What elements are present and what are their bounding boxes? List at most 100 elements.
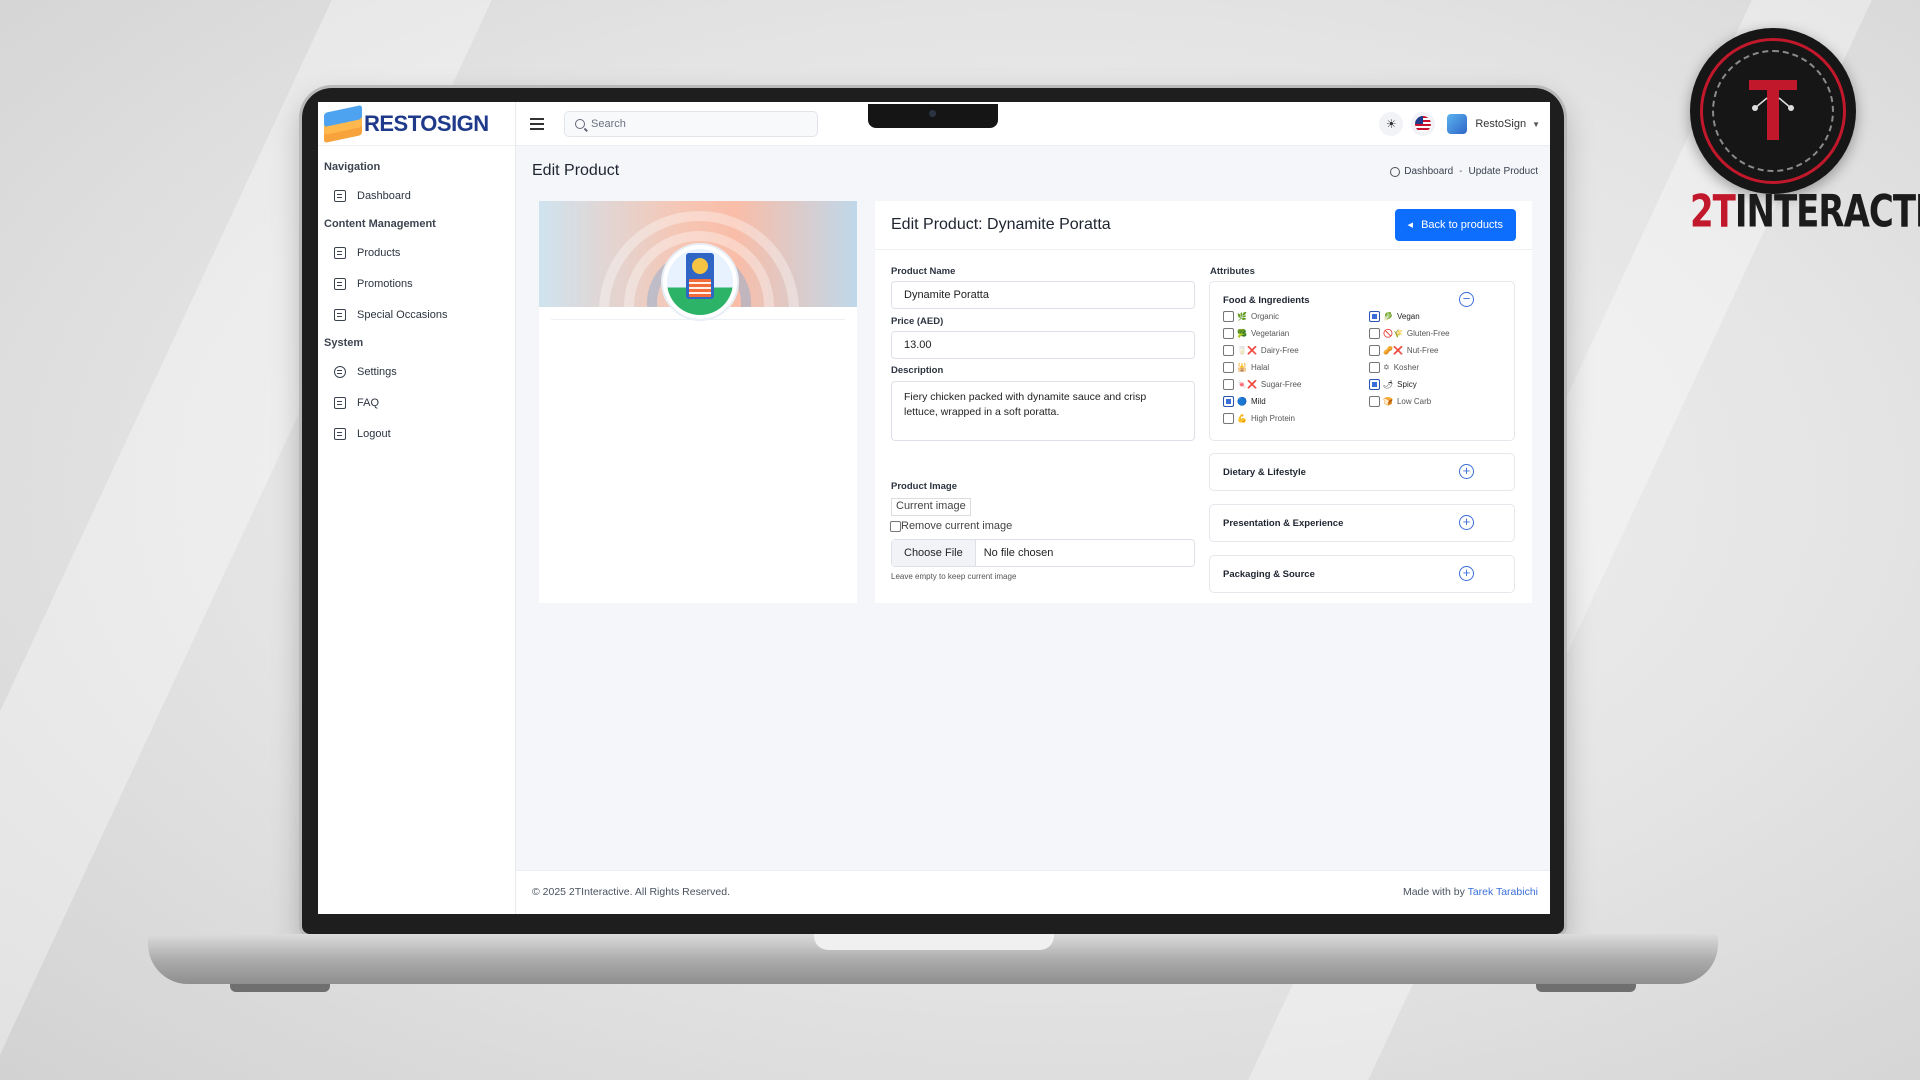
breadcrumb-home[interactable]: Dashboard	[1404, 166, 1453, 177]
attribute-option[interactable]: 💪 High Protein	[1223, 412, 1369, 425]
attribute-option[interactable]: 🔵 Mild	[1223, 395, 1369, 408]
remove-image-option[interactable]: Remove current image	[890, 520, 1012, 532]
attribute-options: 🌿 Organic 🥬 Vegan 🥦 Vegetarian 🚫🌾 Gluten-Free 🥛❌…	[1223, 310, 1489, 425]
attribute-emoji-icon: 🍬❌	[1237, 380, 1257, 389]
expand-icon[interactable]: +	[1459, 515, 1474, 530]
attribute-option[interactable]: 🍞 Low Carb	[1369, 395, 1489, 408]
attribute-label: High Protein	[1250, 414, 1295, 423]
base-groove	[814, 934, 1054, 950]
camera-notch	[868, 104, 998, 128]
attribute-option[interactable]: 🌶 Spicy	[1369, 378, 1489, 391]
theme-toggle-button[interactable]: ☀	[1379, 112, 1404, 136]
accordion-packaging-source[interactable]: Packaging & Source +	[1209, 555, 1515, 593]
sidebar-item-faq[interactable]: FAQ	[318, 387, 515, 418]
attribute-option[interactable]: 🥜❌ Nut-Free	[1369, 344, 1489, 357]
sidebar-item-products[interactable]: Products	[318, 237, 515, 268]
accordion-presentation-experience[interactable]: Presentation & Experience +	[1209, 504, 1515, 542]
menu-toggle-icon[interactable]	[530, 118, 544, 130]
attribute-emoji-icon: ✡	[1383, 363, 1390, 372]
nav-heading-system: System	[324, 337, 364, 349]
attribute-option[interactable]: 🍬❌ Sugar-Free	[1223, 378, 1369, 391]
divider	[551, 319, 845, 320]
choose-file-button[interactable]: Choose File	[892, 540, 976, 566]
attribute-option[interactable]: 🕌 Halal	[1223, 361, 1369, 374]
sidebar-item-label: Dashboard	[357, 189, 411, 202]
accordion-dietary-lifestyle[interactable]: Dietary & Lifestyle +	[1209, 453, 1515, 491]
attribute-emoji-icon: 🥜❌	[1383, 346, 1403, 355]
description-label: Description	[891, 365, 944, 376]
attribute-option[interactable]: 🌿 Organic	[1223, 310, 1369, 323]
file-input[interactable]: Choose File No file chosen	[891, 539, 1195, 567]
attribute-checkbox[interactable]	[1369, 396, 1380, 407]
sidebar-item-dashboard[interactable]: Dashboard	[318, 180, 515, 211]
back-to-products-button[interactable]: ◀ Back to products	[1394, 209, 1516, 241]
product-image-label: Product Image	[891, 481, 957, 492]
remove-image-label: Remove current image	[901, 520, 1013, 532]
attribute-checkbox[interactable]	[1223, 396, 1234, 407]
product-avatar	[661, 243, 739, 321]
accordion-food-ingredients: Food & Ingredients − 🌿 Organic 🥬 Vegan 🥦 Vege…	[1209, 281, 1515, 441]
attribute-label: Gluten-Free	[1406, 329, 1450, 338]
attribute-emoji-icon: 🕌	[1237, 363, 1247, 372]
user-menu[interactable]: RestoSign ▼	[1443, 114, 1540, 134]
description-textarea[interactable]: Fiery chicken packed with dynamite sauce…	[891, 381, 1195, 441]
language-button[interactable]	[1411, 112, 1436, 136]
sidebar-item-settings[interactable]: Settings	[318, 356, 515, 387]
attribute-emoji-icon: 🥬	[1383, 312, 1393, 321]
attribute-label: Nut-Free	[1406, 346, 1439, 355]
attribute-checkbox[interactable]	[1369, 362, 1380, 373]
attribute-checkbox[interactable]	[1223, 379, 1234, 390]
attribute-option[interactable]: ✡ Kosher	[1369, 361, 1489, 374]
attribute-checkbox[interactable]	[1369, 328, 1380, 339]
sidebar-item-promotions[interactable]: Promotions	[318, 268, 515, 299]
camera-icon	[929, 110, 936, 117]
attribute-option[interactable]: 🥛❌ Dairy-Free	[1223, 344, 1369, 357]
attribute-checkbox[interactable]	[1369, 345, 1380, 356]
breadcrumb-current: Update Product	[1468, 166, 1539, 177]
attribute-emoji-icon: 🔵	[1237, 397, 1247, 406]
price-input[interactable]: 13.00	[891, 331, 1195, 359]
expand-icon[interactable]: +	[1459, 566, 1474, 581]
attribute-label: Sugar-Free	[1260, 380, 1302, 389]
attribute-option[interactable]: 🥬 Vegan	[1369, 310, 1489, 323]
accordion-title: Packaging & Source	[1223, 569, 1315, 580]
page-title: Edit Product	[532, 162, 620, 179]
attribute-emoji-icon: 💪	[1237, 414, 1247, 423]
nav-heading-navigation: Navigation	[324, 161, 381, 173]
attribute-checkbox[interactable]	[1223, 328, 1234, 339]
attribute-checkbox[interactable]	[1223, 413, 1234, 424]
attribute-option[interactable]: 🥦 Vegetarian	[1223, 327, 1369, 340]
laptop-base	[148, 934, 1718, 984]
book-icon	[334, 396, 346, 409]
remove-image-checkbox[interactable]	[890, 520, 901, 532]
search-input[interactable]	[591, 118, 791, 130]
attribute-label: Vegan	[1396, 312, 1420, 321]
attribute-checkbox[interactable]	[1369, 379, 1380, 390]
attribute-checkbox[interactable]	[1223, 345, 1234, 356]
attribute-checkbox[interactable]	[1369, 311, 1380, 322]
expand-icon[interactable]: +	[1459, 464, 1474, 479]
edit-product-card: Edit Product: Dynamite Poratta ◀ Back to…	[875, 201, 1532, 603]
gear-icon	[334, 365, 346, 378]
t-monogram-icon	[1749, 80, 1797, 140]
calendar-icon	[334, 308, 346, 321]
attribute-label: Mild	[1250, 397, 1266, 406]
sidebar-item-logout[interactable]: Logout	[318, 418, 515, 449]
app-logo[interactable]: RESTOSIGN	[318, 102, 515, 146]
attribute-label: Low Carb	[1396, 397, 1432, 406]
product-preview-card	[539, 201, 857, 603]
attribute-emoji-icon: 🍞	[1383, 397, 1393, 406]
attribute-checkbox[interactable]	[1223, 311, 1234, 322]
collapse-icon[interactable]: −	[1459, 292, 1474, 307]
made-with-text: Made with by	[1402, 886, 1465, 898]
product-name-input[interactable]: Dynamite Poratta	[891, 281, 1195, 309]
logout-icon	[334, 427, 346, 440]
attribute-checkbox[interactable]	[1223, 362, 1234, 373]
sidebar-item-special-occasions[interactable]: Special Occasions	[318, 299, 515, 330]
credit: Made with by Tarek Tarabichi	[1403, 886, 1538, 898]
tag-icon	[334, 277, 346, 290]
attribute-option[interactable]: 🚫🌾 Gluten-Free	[1369, 327, 1489, 340]
author-link[interactable]: Tarek Tarabichi	[1468, 886, 1538, 898]
logo-layers-icon	[324, 104, 362, 143]
accordion-title: Presentation & Experience	[1223, 518, 1344, 529]
